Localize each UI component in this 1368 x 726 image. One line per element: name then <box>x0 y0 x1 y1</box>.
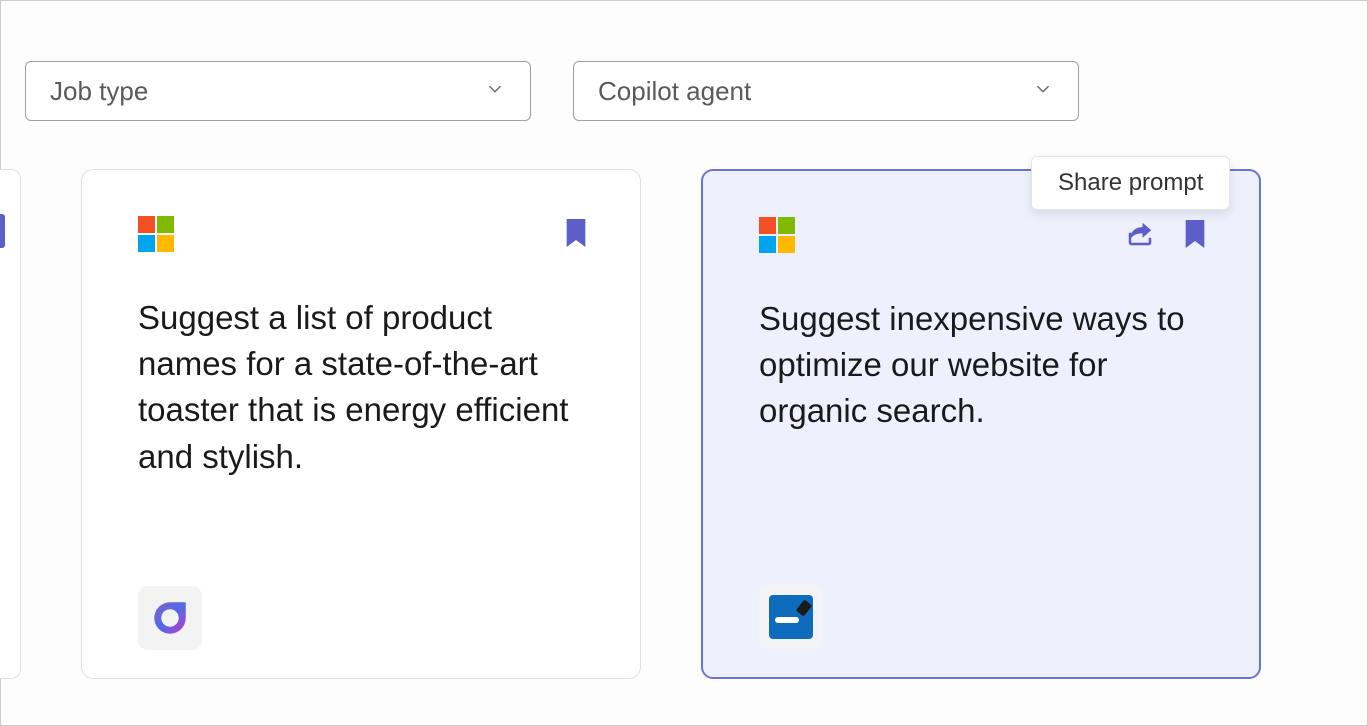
filter-row: Job type Copilot agent <box>25 61 1347 121</box>
app-badge[interactable] <box>759 585 823 649</box>
loop-icon <box>149 597 191 639</box>
prompt-card[interactable]: Suggest a list of product names for a st… <box>81 169 641 679</box>
card-actions <box>1125 217 1209 256</box>
tooltip-label: Share prompt <box>1058 169 1203 196</box>
card-footer <box>759 585 1209 649</box>
copilot-agent-label: Copilot agent <box>598 76 751 107</box>
share-icon[interactable] <box>1125 219 1155 254</box>
app-badge[interactable] <box>138 586 202 650</box>
microsoft-logo-icon <box>759 217 795 253</box>
prompt-card-active[interactable]: Suggest inexpensive ways to optimize our… <box>701 169 1261 679</box>
bookmark-icon[interactable] <box>562 216 590 255</box>
microsoft-logo-icon <box>138 216 174 252</box>
prompt-text: Suggest inexpensive ways to optimize our… <box>759 296 1209 585</box>
chevron-down-icon <box>1032 76 1054 107</box>
card-footer <box>138 586 590 650</box>
cards-row: Suggest a list of product names for a st… <box>21 169 1347 679</box>
job-type-label: Job type <box>50 76 148 107</box>
card-actions <box>562 216 590 255</box>
accent-stripe <box>0 214 5 248</box>
whiteboard-icon <box>769 595 813 639</box>
job-type-dropdown[interactable]: Job type <box>25 61 531 121</box>
card-header <box>759 217 1209 256</box>
card-header <box>138 216 590 255</box>
bookmark-icon[interactable] <box>1181 217 1209 256</box>
prompt-text: Suggest a list of product names for a st… <box>138 295 590 586</box>
previous-card-edge[interactable] <box>0 169 21 679</box>
copilot-agent-dropdown[interactable]: Copilot agent <box>573 61 1079 121</box>
chevron-down-icon <box>484 76 506 107</box>
share-prompt-tooltip: Share prompt <box>1031 156 1230 210</box>
